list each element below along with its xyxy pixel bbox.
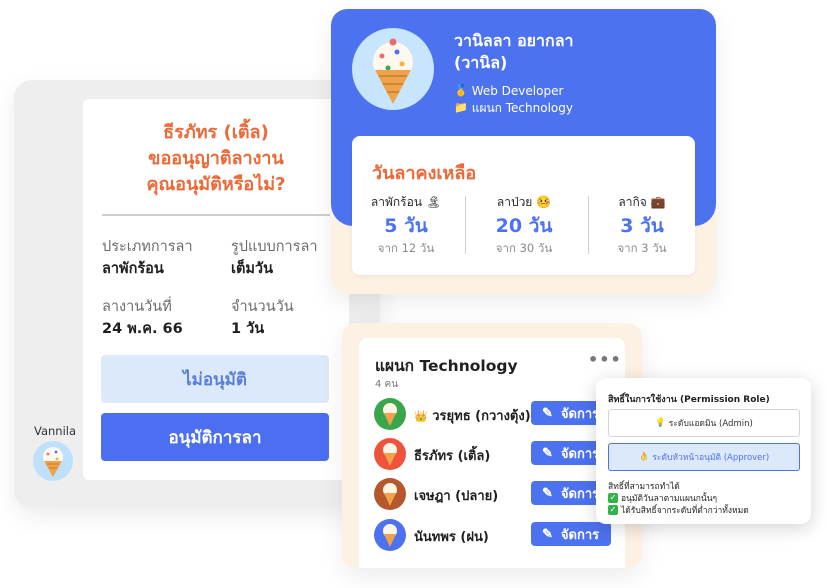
member-name-text: วรยุทธ (กวางตุ้ง) [432,409,531,424]
approval-title: ธีรภัทร (เติ้ล) ขออนุญาติลางาน คุณอนุมัต… [83,120,349,198]
divider [465,196,466,254]
leave-type-label: ลากิจ [618,195,647,209]
role-option-approver[interactable]: 👌 ระดับหัวหน้าอนุมัติ (Approver) [608,443,800,471]
profile-role: 🥇 Web Developer [454,83,563,99]
leave-type: ลาป่วย 🤒 [468,194,580,210]
permission-title: สิทธิ์ในการใช้งาน (Permission Role) [608,395,770,405]
field-label: รูปแบบการลา [231,239,318,255]
avatar [374,438,406,470]
leave-balance-sick: ลาป่วย 🤒 20 วัน จาก 30 วัน [468,194,580,256]
field-leave-date: ลางานวันที่ 24 พ.ค. 66 [102,297,183,339]
avatar [374,519,406,551]
role-option-admin[interactable]: 💡 ระดับแอดมิน (Admin) [608,409,800,437]
avatar [374,398,406,430]
icecream-avatar-icon [383,403,397,426]
icecream-avatar-icon [383,443,397,466]
check-icon: ✓ [608,505,618,515]
profile-name: วานิลลา อยากลา (วานิล) [454,30,574,74]
member-name: นันทพร (ฝน) [414,530,489,545]
role-option-label: ระดับแอดมิน (Admin) [668,419,753,429]
leave-remaining: 5 วัน [384,215,428,237]
leave-balance-vacation: ลาพักร้อน 🏝 5 วัน จาก 12 วัน [350,194,462,256]
leave-remaining: 20 วัน [495,215,553,237]
profile-role-text: Web Developer [471,84,564,98]
sick-face-icon: 🤒 [536,195,552,209]
icecream-avatar-icon [383,524,397,547]
member-count: 4 คน [375,379,399,390]
manage-button-label: จัดการ [560,405,600,421]
reject-button[interactable]: ไม่อนุมัติ [101,355,329,403]
pencil-icon: ✎ [542,445,553,460]
field-value: 1 วัน [231,321,265,337]
member-name: 👑 วรยุทธ (กวางตุ้ง) [414,405,531,426]
leave-total: จาก 30 วัน [495,241,553,255]
leave-total: จาก 12 วัน [377,241,435,255]
leave-type-label: ลาพักร้อน [370,195,423,209]
current-user-avatar[interactable] [33,441,73,481]
profile-name-line1: วานิลลา อยากลา [454,31,574,50]
profile-department-text: แผนก Technology [471,101,573,115]
member-name: เจษฎา (ปลาย) [414,489,499,504]
field-label: จำนวนวัน [231,299,294,315]
manage-button-label: จัดการ [560,445,600,461]
field-leave-type: ประเภทการลา ลาพักร้อน [102,237,193,279]
leave-total: จาก 3 วัน [617,241,667,255]
medal-icon: 🥇 [454,84,468,97]
leave-type-label: ลาป่วย [496,195,533,209]
field-leave-format: รูปแบบการลา เต็มวัน [231,237,317,279]
field-day-count: จำนวนวัน 1 วัน [231,297,294,339]
manage-button[interactable]: ✎ จัดการ [531,522,611,546]
approve-hand-icon: 👌 [638,452,650,462]
icecream-avatar-icon [373,38,413,104]
briefcase-icon: 💼 [650,195,666,209]
profile-department: 📁 แผนก Technology [454,100,573,116]
leave-balance-personal: ลากิจ 💼 3 วัน จาก 3 วัน [586,194,698,256]
divider [102,214,330,216]
check-icon: ✓ [608,493,618,503]
island-icon: 🏝 [425,195,442,209]
pencil-icon: ✎ [542,405,553,420]
manage-button-label: จัดการ [560,526,600,542]
member-name: ธีรภัทร (เติ้ล) [414,449,491,464]
member-row: เจษฎา (ปลาย) ✎ จัดการ [374,478,619,510]
member-row: 👑 วรยุทธ (กวางตุ้ง) ✎ จัดการ [374,398,619,430]
approval-question-line1: ขออนุญาติลางาน [148,148,284,169]
field-label: ลางานวันที่ [102,299,172,315]
capability-text: ได้รับสิทธิ์จากระดับที่ต่ำกว่าทั้งหมด [621,506,749,516]
profile-avatar [352,28,434,110]
pencil-icon: ✎ [542,526,553,541]
field-value: ลาพักร้อน [102,261,164,277]
role-option-label: ระดับหัวหน้าอนุมัติ (Approver) [652,453,770,463]
department-title: แผนก Technology [375,357,518,375]
field-value: เต็มวัน [231,261,273,277]
folder-icon: 📁 [454,101,468,114]
bulb-icon: 💡 [655,418,666,428]
icecream-avatar-icon [43,447,63,477]
member-row: นันทพร (ฝน) ✎ จัดการ [374,519,619,551]
field-label: ประเภทการลา [102,239,193,255]
icecream-avatar-icon [383,483,397,506]
leave-balance-title: วันลาคงเหลือ [372,163,477,184]
more-dots-icon[interactable]: ••• [588,350,622,369]
avatar [374,478,406,510]
manage-button-label: จัดการ [560,485,600,501]
requester-name: ธีรภัทร (เติ้ล) [163,122,269,143]
field-value: 24 พ.ค. 66 [102,321,183,337]
leave-type: ลาพักร้อน 🏝 [350,194,462,210]
capability-item: ✓ ได้รับสิทธิ์จากระดับที่ต่ำกว่าทั้งหมด [608,503,749,517]
leave-type: ลากิจ 💼 [586,194,698,210]
leave-remaining: 3 วัน [620,215,664,237]
crown-icon: 👑 [414,410,428,423]
pencil-icon: ✎ [542,485,553,500]
profile-name-line2: (วานิล) [454,53,508,72]
approval-question-line2: คุณอนุมัติหรือไม่? [146,174,286,195]
current-user-name: Vannila [34,424,77,438]
member-row: ธีรภัทร (เติ้ล) ✎ จัดการ [374,438,619,470]
approve-button[interactable]: อนุมัติการลา [101,413,329,461]
